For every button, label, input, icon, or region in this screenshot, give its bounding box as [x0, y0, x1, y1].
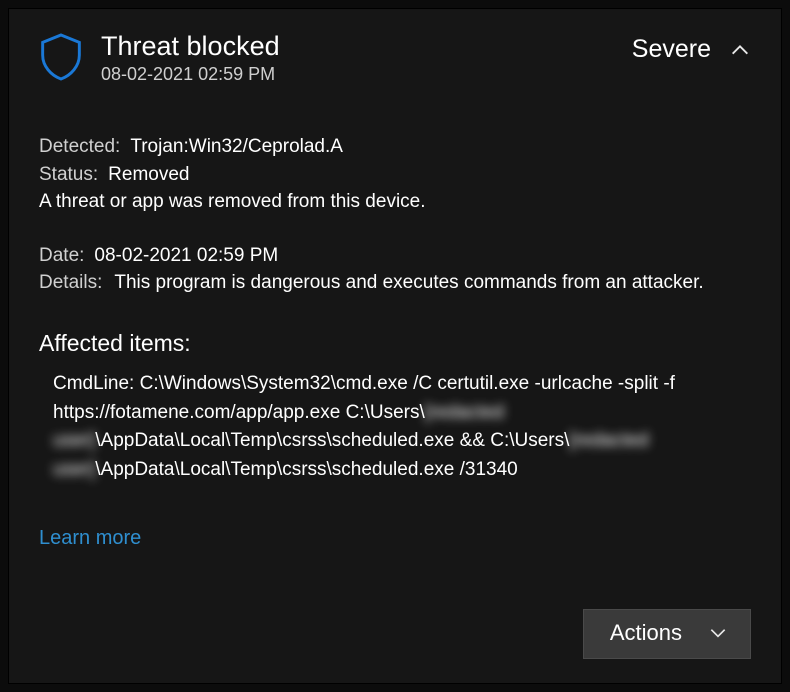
date-label: Date: — [39, 242, 84, 270]
date-details-block: Date: 08-02-2021 02:59 PM Details: This … — [39, 242, 751, 297]
detected-value: Trojan:Win32/Ceprolad.A — [130, 133, 343, 161]
details-row: Details: This program is dangerous and e… — [39, 269, 751, 297]
date-value: 08-02-2021 02:59 PM — [94, 242, 278, 270]
date-row: Date: 08-02-2021 02:59 PM — [39, 242, 751, 270]
detected-label: Detected: — [39, 133, 120, 161]
severity-toggle[interactable]: Severe — [632, 35, 751, 64]
actions-label: Actions — [610, 620, 682, 646]
threat-timestamp: 08-02-2021 02:59 PM — [101, 64, 280, 85]
panel-header: Threat blocked 08-02-2021 02:59 PM Sever… — [39, 31, 751, 85]
chevron-down-icon — [708, 623, 728, 643]
details-value: This program is dangerous and executes c… — [114, 269, 703, 297]
cmd-segment: \AppData\Local\Temp\csrss\scheduled.exe … — [95, 459, 517, 480]
details-label: Details: — [39, 269, 102, 297]
panel-footer: Actions — [39, 609, 751, 659]
shield-icon — [39, 33, 83, 81]
threat-panel: Threat blocked 08-02-2021 02:59 PM Sever… — [8, 8, 782, 684]
affected-heading: Affected items: — [39, 327, 751, 360]
affected-cmdline: CmdLine: C:\Windows\System32\cmd.exe /C … — [39, 370, 693, 484]
panel-body: Detected: Trojan:Win32/Ceprolad.A Status… — [39, 133, 751, 595]
cmd-segment: CmdLine: C:\Windows\System32\cmd.exe /C … — [53, 373, 675, 423]
cmd-segment: \AppData\Local\Temp\csrss\scheduled.exe … — [95, 430, 569, 451]
header-left: Threat blocked 08-02-2021 02:59 PM — [39, 31, 280, 85]
status-label: Status: — [39, 161, 98, 189]
learn-more-link[interactable]: Learn more — [39, 524, 141, 553]
actions-button[interactable]: Actions — [583, 609, 751, 659]
status-row: Status: Removed — [39, 161, 751, 189]
severity-label: Severe — [632, 35, 711, 64]
chevron-up-icon — [729, 39, 751, 61]
threat-title: Threat blocked — [101, 31, 280, 62]
detected-row: Detected: Trojan:Win32/Ceprolad.A — [39, 133, 751, 161]
summary-text: A threat or app was removed from this de… — [39, 188, 751, 216]
title-block: Threat blocked 08-02-2021 02:59 PM — [101, 31, 280, 85]
status-value: Removed — [108, 161, 189, 189]
